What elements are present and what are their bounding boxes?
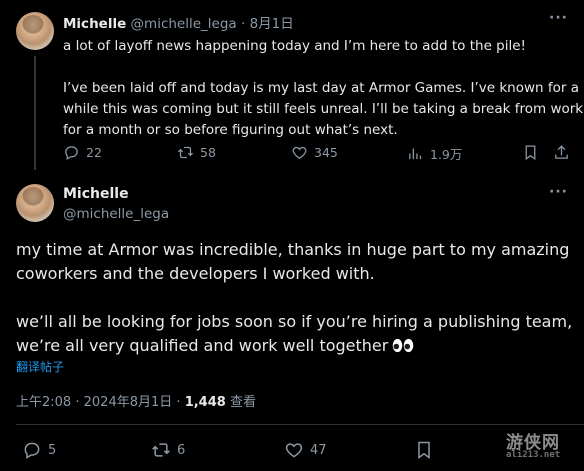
separator-dot: ·	[241, 16, 246, 32]
tweet-actions: 22 58 345 1.9万	[0, 144, 584, 164]
share-icon	[555, 145, 568, 159]
views-count: 1,448	[184, 395, 226, 410]
tweet-text-line: we’ll all be looking for jobs soon so if…	[16, 312, 573, 331]
tweet-time[interactable]: 上午2:08	[16, 395, 71, 410]
tweet-text-line: for a month or so before figuring out wh…	[63, 122, 398, 138]
tweet-date[interactable]: 8月1日	[250, 16, 294, 32]
divider	[16, 424, 584, 425]
like-count: 47	[310, 442, 327, 458]
analytics-icon	[409, 148, 422, 160]
tweet-text-line: a lot of layoff news happening today and…	[63, 38, 526, 54]
tweet-text-line: my time at Armor was incredible, thanks …	[16, 240, 570, 259]
tweet-metadata: 上午2:08 · 2024年8月1日 · 1,448 查看	[16, 391, 256, 410]
like-count: 345	[314, 145, 338, 160]
like-button[interactable]: 345	[291, 144, 338, 161]
reply-button[interactable]: 5	[22, 440, 56, 460]
retweet-icon	[177, 146, 194, 159]
tweet-text-line: coworkers and the developers I worked wi…	[16, 264, 375, 283]
bookmark-button[interactable]	[414, 440, 434, 460]
tweet-text-line-with-emoji: we’re all very qualified and work well t…	[16, 334, 576, 358]
views-count: 1.9万	[430, 147, 463, 162]
retweet-icon	[152, 443, 170, 457]
retweet-count: 6	[177, 442, 186, 458]
separator-dot: ·	[176, 395, 181, 410]
like-button[interactable]: 47	[284, 440, 327, 460]
author-handle[interactable]: @michelle_lega	[63, 206, 169, 222]
bookmark-icon	[525, 145, 536, 161]
tweet-text: a lot of layoff news happening today and…	[63, 36, 584, 141]
watermark-subtext: ali213.net	[506, 450, 561, 460]
retweet-button[interactable]: 58	[177, 144, 216, 161]
share-button[interactable]	[553, 144, 570, 161]
tweet-full-date[interactable]: 2024年8月1日	[84, 395, 173, 410]
heart-icon	[292, 146, 307, 159]
reply-button[interactable]: 22	[63, 144, 102, 161]
reply-icon	[24, 442, 40, 459]
more-options-icon[interactable]: ···	[549, 184, 568, 200]
author-name[interactable]: Michelle	[63, 186, 129, 202]
reply-count: 5	[48, 442, 57, 458]
tweet-text: my time at Armor was incredible, thanks …	[16, 238, 576, 358]
tweet-text-line: while this was coming but it still feels…	[63, 101, 584, 117]
author-handle[interactable]: @michelle_lega	[131, 16, 237, 32]
separator-dot: ·	[75, 395, 80, 410]
author-name[interactable]: Michelle	[63, 16, 126, 32]
tweet-thread: Michelle @michelle_lega · 8月1日 ··· a lot…	[0, 0, 584, 471]
tweet-header: Michelle @michelle_lega · 8月1日	[63, 12, 294, 32]
eyes-emoji-icon	[393, 338, 414, 353]
heart-icon	[285, 443, 303, 458]
tweet-actions: 5 6 47	[0, 440, 584, 464]
translate-post-link[interactable]: 翻译帖子	[16, 358, 64, 375]
views-label: 查看	[229, 395, 256, 410]
bookmark-icon	[418, 441, 430, 459]
reply-count: 22	[86, 145, 102, 160]
views-button[interactable]: 1.9万	[407, 144, 462, 163]
retweet-count: 58	[200, 145, 216, 160]
reply-icon	[65, 146, 78, 161]
avatar[interactable]	[16, 184, 54, 222]
avatar[interactable]	[16, 12, 54, 50]
retweet-button[interactable]: 6	[151, 440, 185, 460]
tweet-text-line: I’ve been laid off and today is my last …	[63, 80, 579, 96]
bookmark-button[interactable]	[522, 144, 539, 161]
more-options-icon[interactable]: ···	[549, 10, 568, 26]
tweet-text-line: we’re all very qualified and work well t…	[16, 336, 389, 355]
site-watermark: 游侠网 ali213.net	[506, 428, 584, 468]
